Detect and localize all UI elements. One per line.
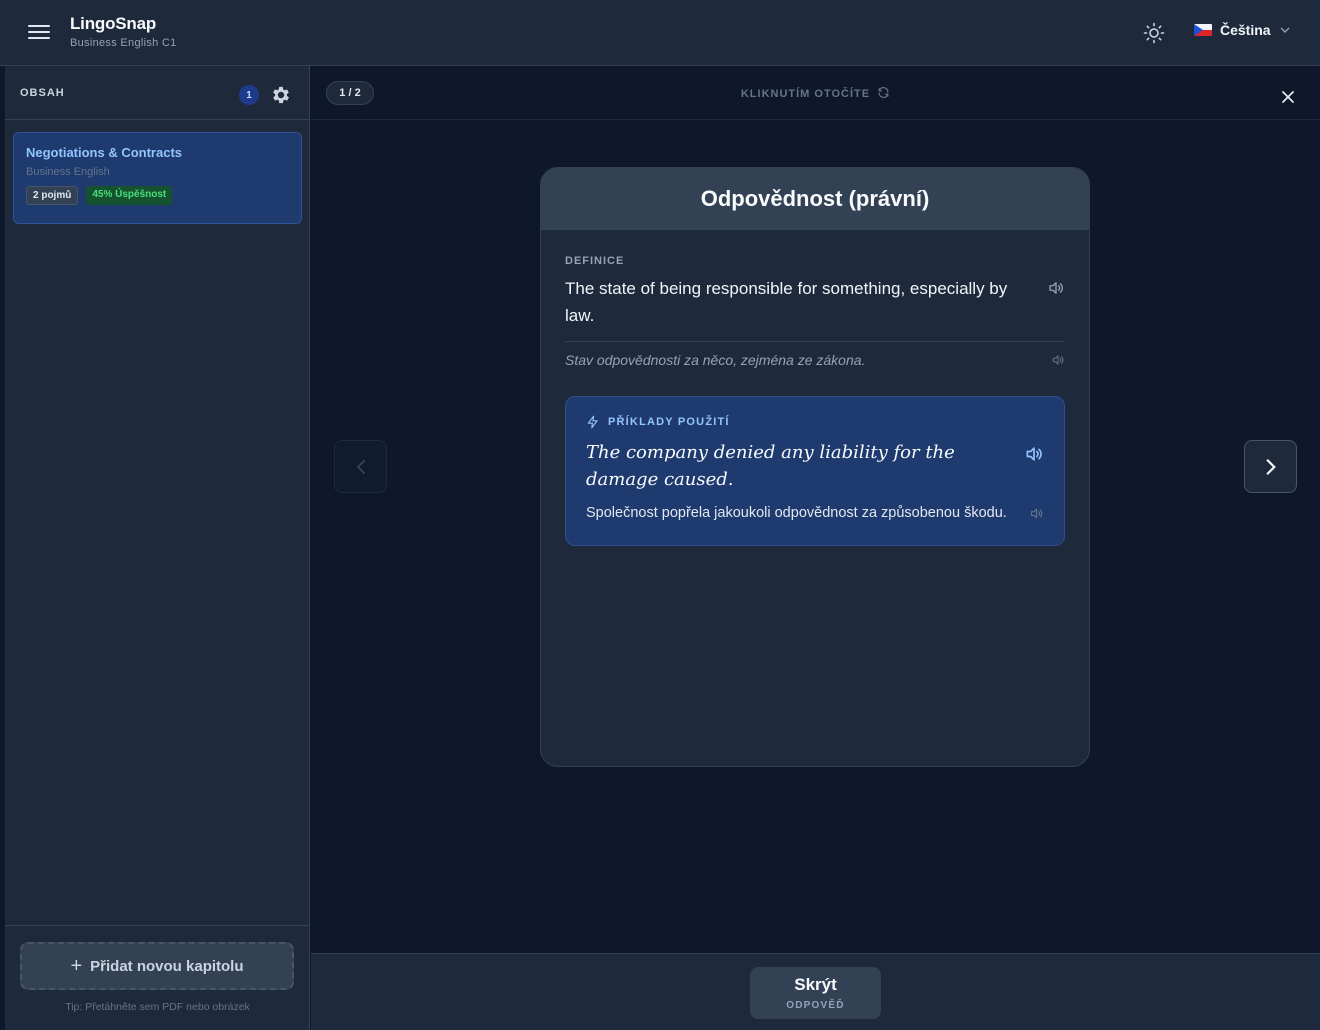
chapter-title: Negotiations & Contracts	[26, 145, 183, 160]
speaker-icon[interactable]	[1029, 506, 1044, 521]
sidebar-header: OBSAH 1	[5, 66, 309, 120]
app-name: LingoSnap	[70, 14, 157, 33]
plus-icon: +	[70, 955, 83, 977]
hide-button-sublabel: ODPOVĚĎ	[786, 1000, 845, 1011]
chevron-left-icon	[356, 459, 365, 474]
app-subtitle: Business English C1	[70, 37, 177, 49]
add-chapter-button[interactable]: + Přidat novou kapitolu	[20, 942, 294, 990]
sidebar-footer: + Přidat novou kapitolu Tip: Přetáhněte …	[5, 925, 310, 1030]
hide-answer-button[interactable]: Skrýt ODPOVĚĎ	[750, 967, 881, 1019]
app-header: LingoSnap Business English C1 Čeština	[0, 0, 1320, 66]
flip-hint-text: KLIKNUTÍM OTOČÍTE	[740, 88, 871, 100]
chapter-subtitle: Business English	[26, 166, 110, 178]
example-sentence: The company denied any liability for the…	[586, 442, 955, 490]
sparkle-icon	[587, 415, 598, 429]
gear-icon[interactable]	[270, 84, 292, 106]
brand: LingoSnap Business English C1	[70, 14, 177, 49]
flip-hint: KLIKNUTÍM OTOČÍTE	[311, 86, 1320, 100]
terms-count-tag: 2 pojmů	[26, 186, 79, 205]
study-topbar: 1 / 2 KLIKNUTÍM OTOČÍTE	[311, 66, 1320, 120]
speaker-icon[interactable]	[1051, 353, 1065, 367]
add-chapter-label: Přidat novou kapitolu	[90, 957, 244, 975]
drop-tip: Tip: Přetáhněte sem PDF nebo obrázek	[65, 1001, 250, 1013]
card-header: Odpovědnost (právní)	[541, 168, 1089, 230]
definition-text: The state of being responsible for somet…	[565, 279, 1008, 325]
menu-icon[interactable]	[28, 22, 50, 42]
example-translation: Společnost popřela jakoukoli odpovědnost…	[586, 505, 1007, 521]
success-rate-tag: 45% Úspěšnost	[86, 186, 173, 205]
chapter-count-badge: 1	[239, 85, 259, 105]
definition-translation: Stav odpovědnosti za něco, zejména ze zá…	[565, 352, 866, 368]
language-label: Čeština	[1220, 22, 1271, 38]
study-bottombar: Skrýt ODPOVĚĎ	[311, 953, 1320, 1030]
examples-box: PŘÍKLADY POUŽITÍ The company denied any …	[565, 396, 1065, 546]
language-selector[interactable]: Čeština	[1194, 22, 1291, 38]
sidebar-title: OBSAH	[20, 86, 65, 99]
speaker-icon[interactable]	[1024, 444, 1044, 464]
flashcard[interactable]: Odpovědnost (právní) DEFINICE The state …	[540, 167, 1090, 767]
card-term: Odpovědnost (právní)	[700, 186, 930, 211]
speaker-icon[interactable]	[1047, 279, 1065, 297]
close-icon[interactable]	[1281, 90, 1295, 104]
chapter-item[interactable]: Negotiations & Contracts Business Englis…	[13, 132, 302, 224]
flag-cz-icon	[1194, 24, 1212, 36]
chevron-right-icon	[1266, 458, 1276, 475]
next-card-button[interactable]	[1244, 440, 1297, 493]
chevron-down-icon	[1280, 27, 1290, 33]
definition-label: DEFINICE	[565, 255, 625, 267]
examples-label: PŘÍKLADY POUŽITÍ	[608, 416, 730, 428]
sun-icon[interactable]	[1142, 21, 1166, 45]
hide-button-label: Skrýt	[794, 975, 837, 994]
sidebar: OBSAH 1 Negotiations & Contracts Busines…	[5, 66, 310, 1030]
previous-card-button[interactable]	[334, 440, 387, 493]
refresh-icon	[878, 87, 889, 98]
